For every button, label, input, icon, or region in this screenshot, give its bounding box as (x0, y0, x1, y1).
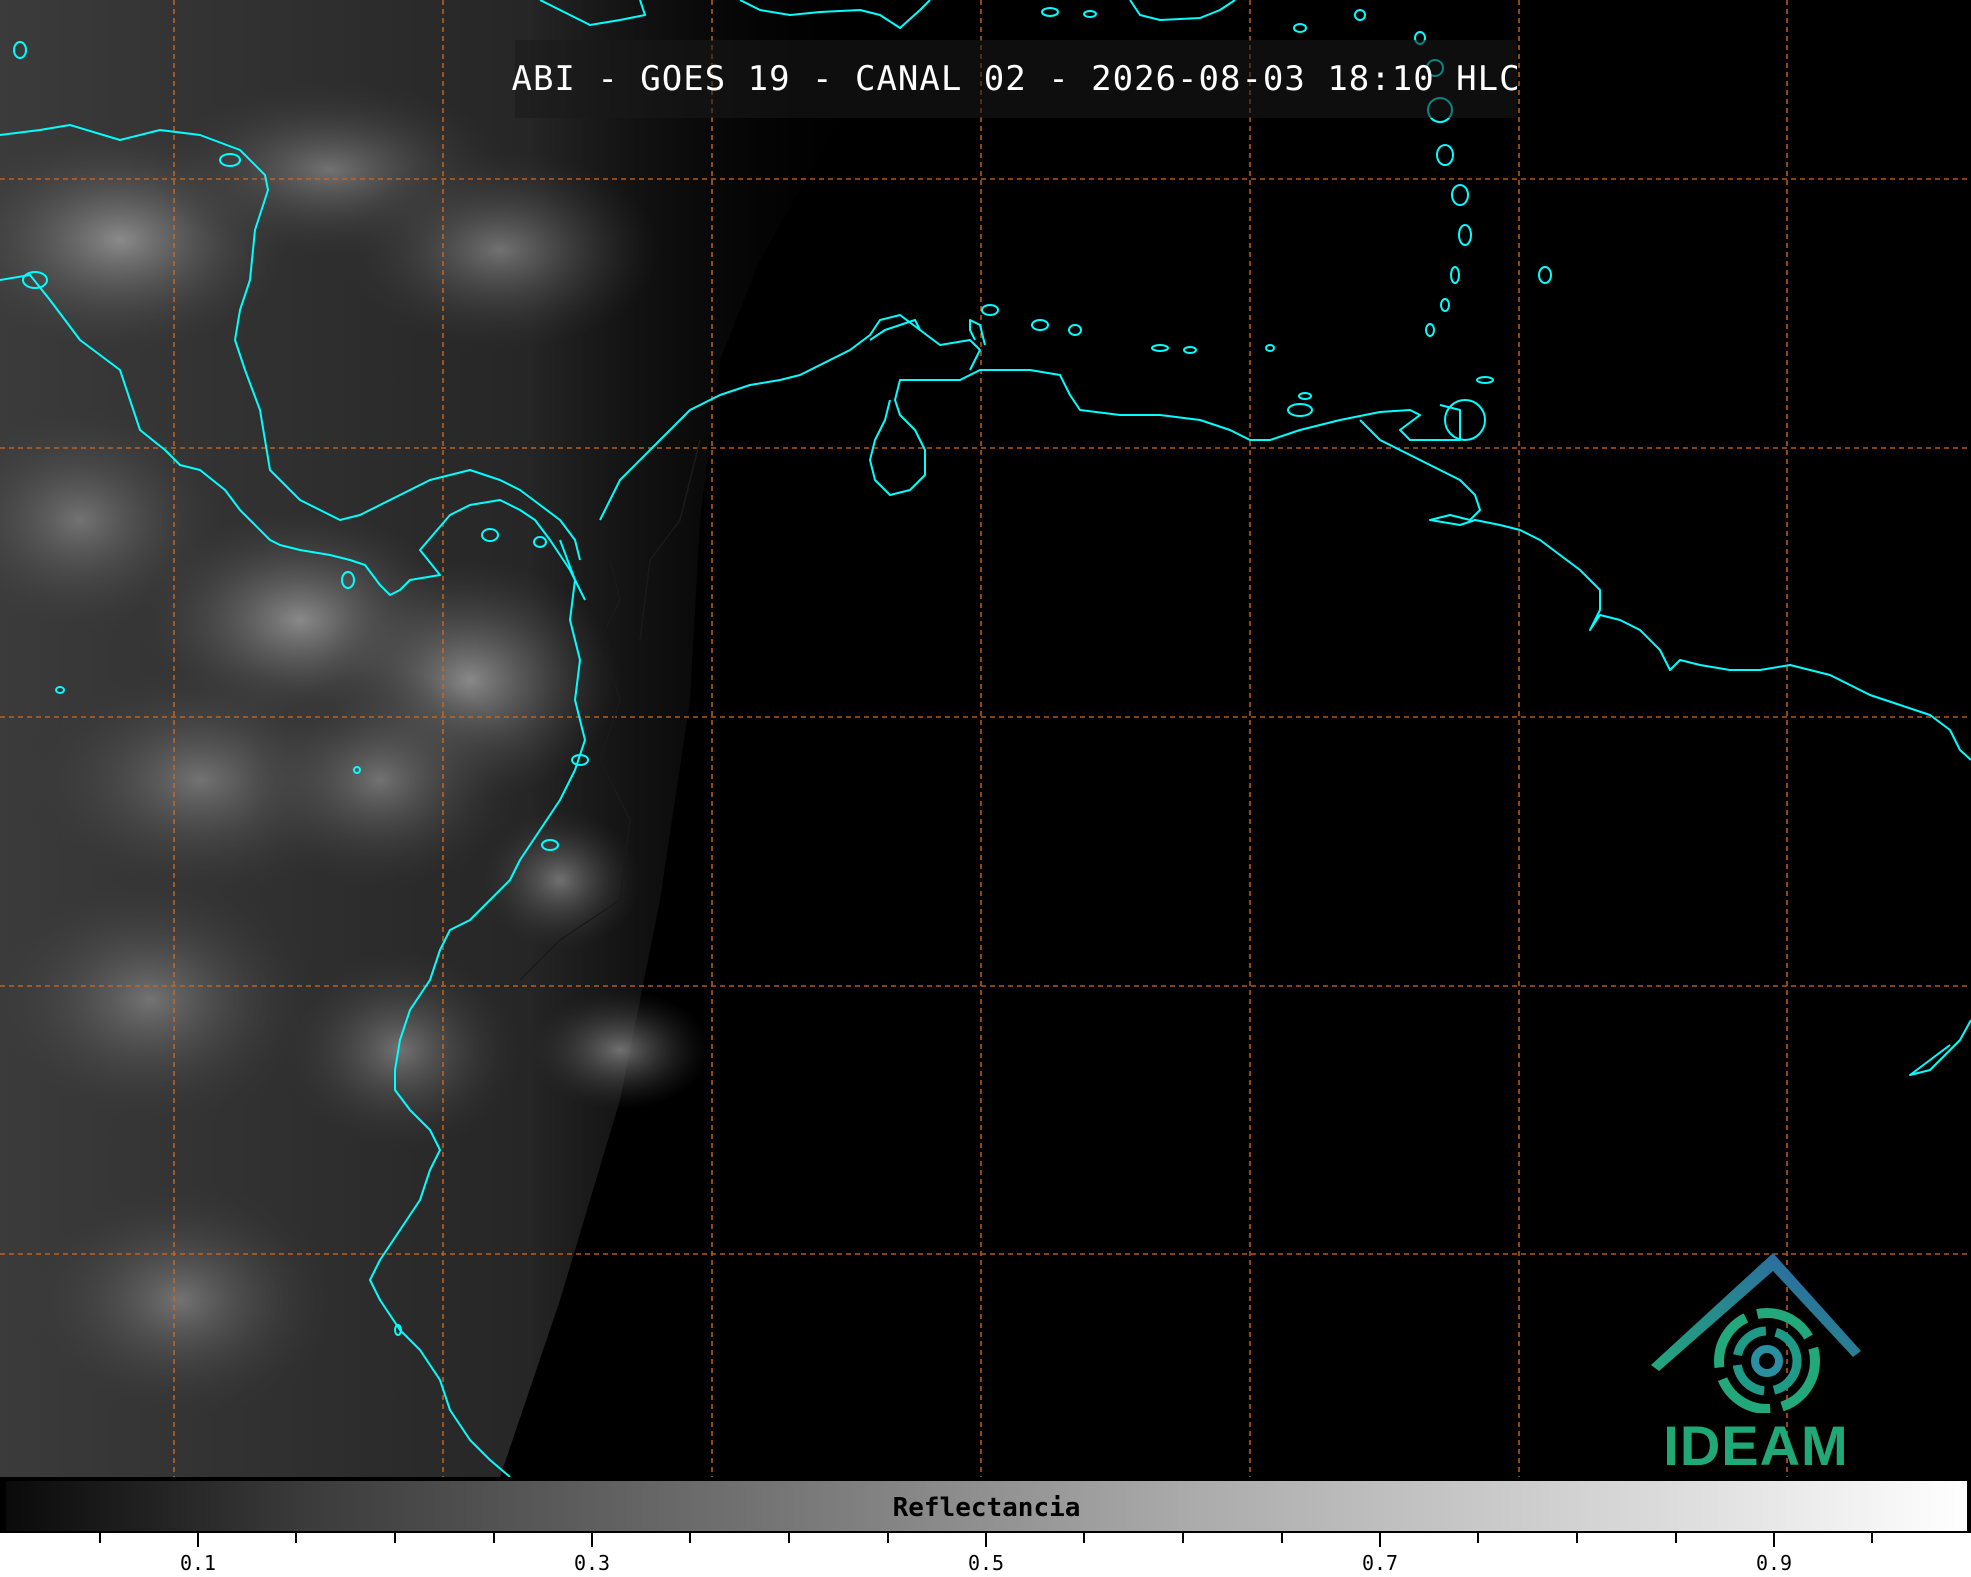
ideam-logo: IDEAM (1645, 1253, 1867, 1477)
colorbar-major-tick (197, 1533, 199, 1547)
colorbar-tick-label: 0.3 (573, 1551, 611, 1575)
colorbar-axis: 0.1 0.3 0.5 0.7 0.9 (0, 1533, 1971, 1577)
colorbar-minor-tick (1083, 1533, 1085, 1543)
colorbar-minor-tick (887, 1533, 889, 1543)
ideam-logo-emblem-icon (1651, 1253, 1861, 1414)
colorbar-minor-tick (1182, 1533, 1184, 1543)
colorbar-minor-tick (1871, 1533, 1873, 1543)
colorbar-tick-label: 0.1 (179, 1551, 217, 1575)
colorbar-minor-tick (295, 1533, 297, 1543)
colorbar-major-tick (1379, 1533, 1381, 1547)
satellite-image-viewer: ABI - GOES 19 - CANAL 02 - 2026-08-03 18… (0, 0, 1971, 1577)
colorbar-minor-tick (99, 1533, 101, 1543)
image-title: ABI - GOES 19 - CANAL 02 - 2026-08-03 18… (511, 59, 1521, 99)
colorbar-minor-tick (1477, 1533, 1479, 1543)
satellite-map: ABI - GOES 19 - CANAL 02 - 2026-08-03 18… (0, 0, 1971, 1477)
colorbar-major-tick (985, 1533, 987, 1547)
colorbar: Reflectancia (4, 1479, 1969, 1533)
image-title-box: ABI - GOES 19 - CANAL 02 - 2026-08-03 18… (511, 40, 1520, 118)
cloud-field (0, 0, 880, 1477)
colorbar-minor-tick (689, 1533, 691, 1543)
ideam-logo-text: IDEAM (1663, 1414, 1849, 1477)
colorbar-minor-tick (493, 1533, 495, 1543)
colorbar-minor-tick (1576, 1533, 1578, 1543)
colorbar-minor-tick (788, 1533, 790, 1543)
colorbar-minor-tick (1675, 1533, 1677, 1543)
colorbar-minor-tick (394, 1533, 396, 1543)
colorbar-tick-label: 0.5 (967, 1551, 1005, 1575)
colorbar-minor-tick (1281, 1533, 1283, 1543)
colorbar-label: Reflectancia (892, 1493, 1081, 1523)
colorbar-major-tick (591, 1533, 593, 1547)
colorbar-tick-label: 0.7 (1361, 1551, 1399, 1575)
colorbar-major-tick (1773, 1533, 1775, 1547)
colorbar-tick-label: 0.9 (1755, 1551, 1793, 1575)
